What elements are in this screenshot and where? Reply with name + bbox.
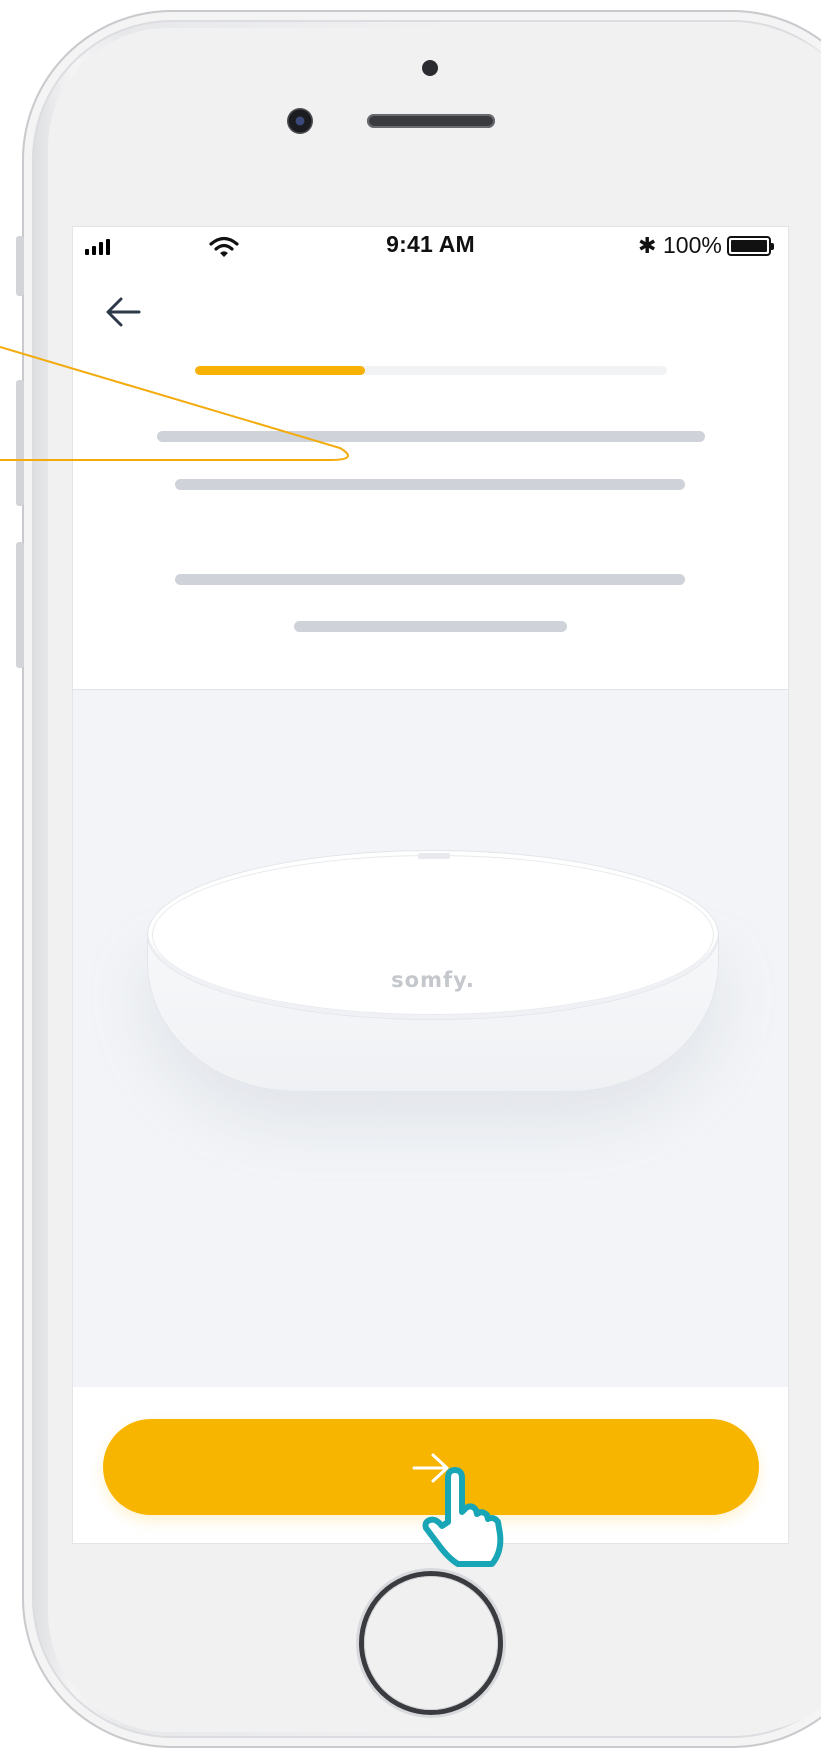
somfy-logo: somfy. (391, 968, 475, 992)
mute-switch (16, 236, 24, 296)
description-placeholder-line-2 (294, 621, 567, 632)
phone-mockup-scene: 9:41 AM ✱ 100% somfy. (0, 0, 821, 1752)
description-placeholder-line-1 (175, 574, 685, 585)
battery-icon (727, 236, 774, 256)
proximity-sensor (422, 60, 438, 76)
home-button[interactable] (364, 1576, 498, 1710)
device-illustration-panel: somfy. (73, 690, 788, 1387)
progress-bar-fill (195, 366, 365, 375)
app-screen: 9:41 AM ✱ 100% somfy. (72, 226, 789, 1544)
volume-down-button (16, 542, 24, 668)
hub-top (147, 850, 719, 1020)
battery-percentage: 100% (663, 232, 722, 258)
onboarding-progress-bar (195, 366, 667, 375)
title-placeholder-line-2 (175, 479, 685, 490)
instructions-panel: 9:41 AM ✱ 100% (73, 227, 788, 690)
back-arrow-icon[interactable] (103, 291, 145, 333)
title-placeholder-line-1 (157, 431, 705, 442)
somfy-hub-illustration: somfy. (147, 850, 719, 1100)
status-bar: 9:41 AM ✱ 100% (73, 227, 788, 267)
earpiece-speaker (367, 114, 495, 128)
bluetooth-icon: ✱ (638, 233, 657, 258)
hand-pointer-cursor-icon (422, 1467, 504, 1567)
front-camera-icon (287, 108, 313, 134)
hub-notch (418, 853, 450, 859)
volume-up-button (16, 380, 24, 506)
